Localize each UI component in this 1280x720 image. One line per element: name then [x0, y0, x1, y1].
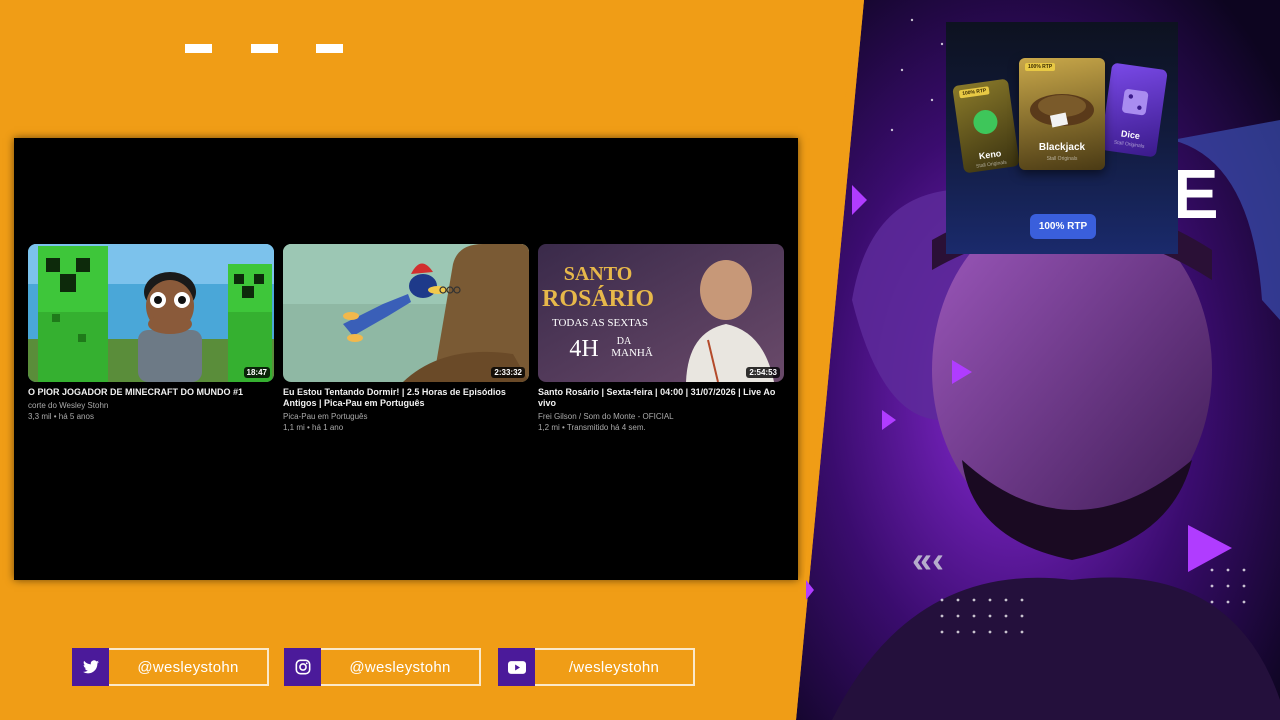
video-duration: 2:54:53	[746, 367, 780, 378]
video-title[interactable]: Eu Estou Tentando Dormir! | 2.5 Horas de…	[283, 387, 529, 409]
social-twitter[interactable]: @wesleystohn	[72, 648, 269, 686]
thumb-text-rosario: ROSÁRIO	[542, 286, 654, 312]
social-instagram[interactable]: @wesleystohn	[284, 648, 481, 686]
twitter-handle: @wesleystohn	[109, 648, 269, 686]
thumb-text-4h: 4H	[569, 336, 598, 362]
blackjack-sub: Stall Originals	[1046, 156, 1078, 162]
instagram-icon	[284, 648, 321, 686]
video-duration: 2:33:32	[491, 367, 525, 378]
svg-text:«‹: «‹	[912, 539, 944, 580]
video-meta: 3,3 mil • há 5 anos	[28, 412, 94, 421]
social-youtube[interactable]: /wesleystohn	[498, 648, 695, 686]
video-meta: 1,2 mi • Transmitido há 4 sem.	[538, 423, 646, 432]
deco-dash-2	[251, 44, 278, 53]
video-channel[interactable]: Pica-Pau em Português	[283, 411, 529, 422]
twitter-icon	[72, 648, 109, 686]
roulette-icon	[1030, 94, 1094, 128]
video-grid: 18:47 O PIOR JOGADOR DE MINECRAFT DO MUN…	[28, 244, 784, 433]
rtp-button[interactable]: 100% RTP	[1030, 214, 1096, 239]
youtube-icon	[498, 648, 535, 686]
blackjack-label: Blackjack	[1038, 142, 1086, 153]
minecraft-thumbnail-art	[28, 244, 274, 382]
video-card-2[interactable]: 2:33:32 Eu Estou Tentando Dormir! | 2.5 …	[283, 244, 529, 433]
game-card-blackjack[interactable]: 100% RTP Blackjack Stall Originals	[1019, 58, 1105, 170]
video-card-1[interactable]: 18:47 O PIOR JOGADOR DE MINECRAFT DO MUN…	[28, 244, 274, 433]
video-screen: 18:47 O PIOR JOGADOR DE MINECRAFT DO MUN…	[14, 138, 798, 580]
video-card-3[interactable]: SANTO ROSÁRIO TODAS AS SEXTAS 4H DA MANH…	[538, 244, 784, 433]
video-channel[interactable]: Frei Gilson / Som do Monte - OFICIAL	[538, 411, 784, 422]
thumb-text-santo: SANTO	[564, 263, 633, 285]
game-card-keno[interactable]: 100% RTP Keno Stall Originals	[952, 78, 1020, 174]
deco-dash-1	[185, 44, 212, 53]
video-thumbnail-2[interactable]: 2:33:32	[283, 244, 529, 382]
game-card-dice[interactable]: Dice Stall Originals	[1100, 62, 1168, 158]
casino-ad-widget[interactable]: 100% RTP Keno Stall Originals Dice Stall…	[946, 22, 1178, 254]
video-title[interactable]: O PIOR JOGADOR DE MINECRAFT DO MUNDO #1	[28, 387, 274, 398]
thumb-text-sextas: TODAS AS SEXTAS	[552, 317, 648, 329]
video-channel[interactable]: corte do Wesley Stohn	[28, 400, 274, 411]
thumb-text-manha: MANHÃ	[611, 347, 653, 359]
video-thumbnail-3[interactable]: SANTO ROSÁRIO TODAS AS SEXTAS 4H DA MANH…	[538, 244, 784, 382]
rosary-thumbnail-art: SANTO ROSÁRIO TODAS AS SEXTAS 4H DA MANH…	[538, 244, 784, 382]
thumb-text-da: DA	[617, 336, 632, 347]
instagram-handle: @wesleystohn	[321, 648, 481, 686]
svg-text:E: E	[1172, 155, 1219, 233]
video-meta: 1,1 mi • há 1 ano	[283, 423, 344, 432]
youtube-handle: /wesleystohn	[535, 648, 695, 686]
woodpecker-thumbnail-art	[283, 244, 529, 382]
video-title[interactable]: Santo Rosário | Sexta-feira | 04:00 | 31…	[538, 387, 784, 409]
video-thumbnail-1[interactable]: 18:47	[28, 244, 274, 382]
deco-dash-3	[316, 44, 343, 53]
video-duration: 18:47	[243, 367, 270, 378]
